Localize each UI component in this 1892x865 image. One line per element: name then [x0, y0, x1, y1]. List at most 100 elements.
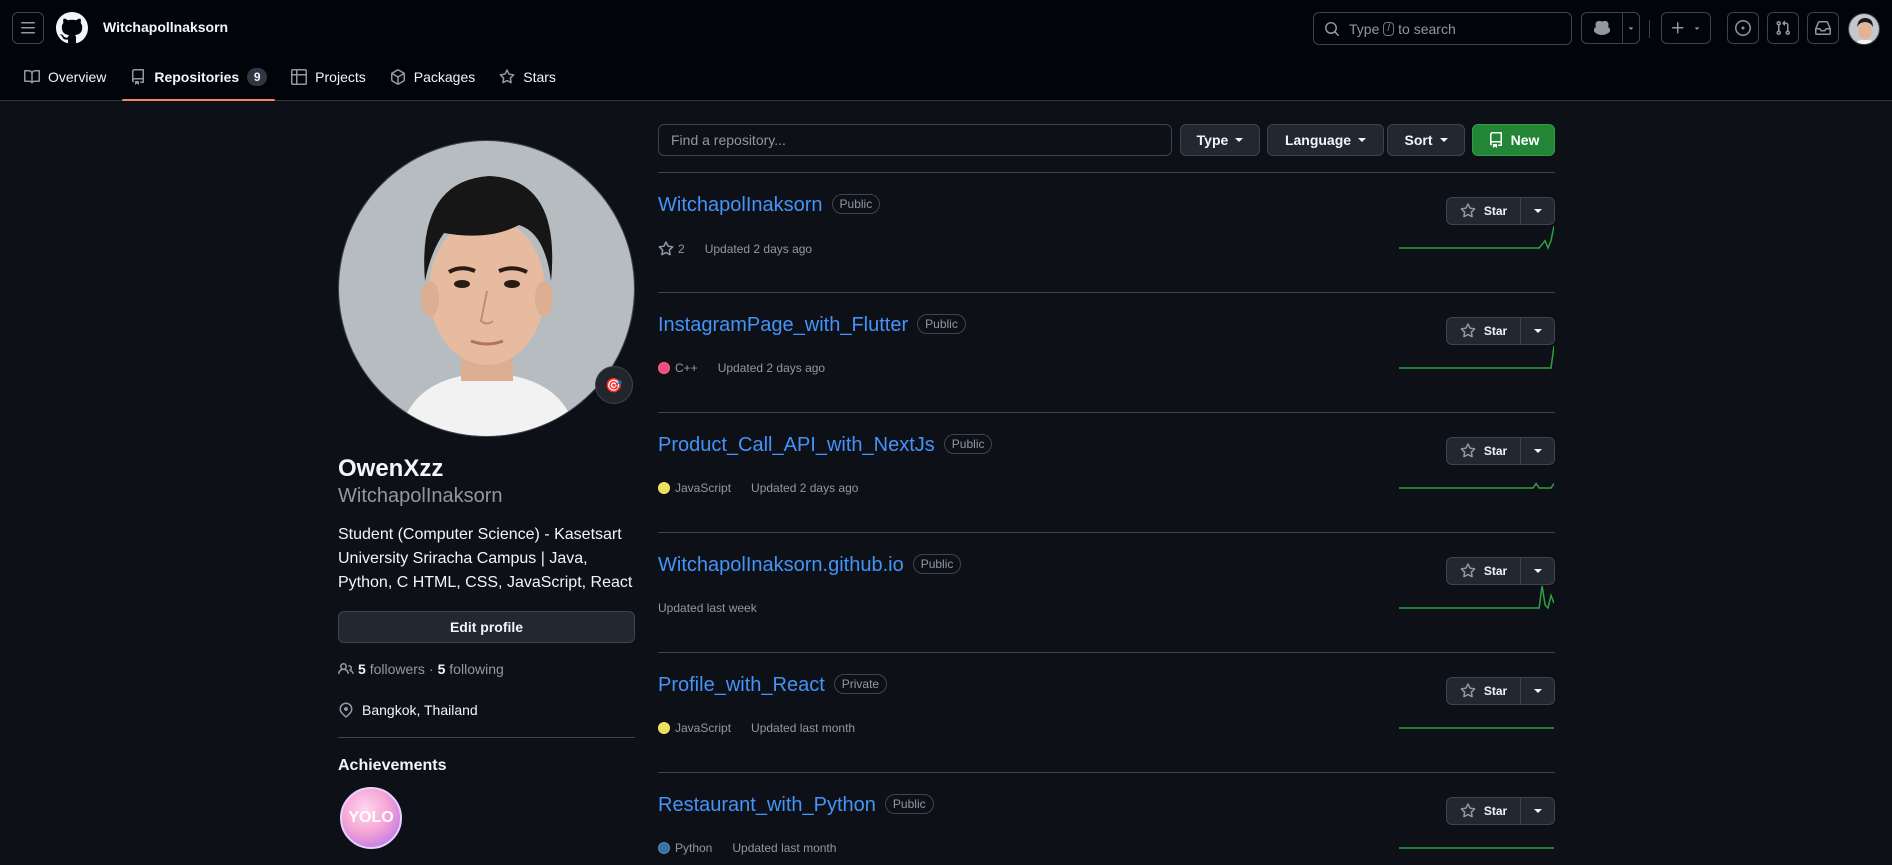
- copilot-dropdown-button[interactable]: [1622, 12, 1640, 44]
- language-color-dot: [658, 842, 670, 854]
- repo-name-link[interactable]: InstagramPage_with_Flutter: [658, 314, 908, 336]
- repo-name-link[interactable]: Restaurant_with_Python: [658, 794, 876, 816]
- avatar-icon: [1849, 14, 1879, 44]
- create-new-button[interactable]: [1661, 12, 1711, 44]
- header-username[interactable]: Witchapollnaksorn: [103, 19, 228, 35]
- repo-language: Python: [675, 841, 713, 855]
- star-label: Star: [1483, 444, 1508, 458]
- caret-down-icon: [1358, 138, 1367, 142]
- location-text: Bangkok, Thailand: [362, 702, 478, 718]
- tab-packages[interactable]: Packages: [382, 60, 483, 94]
- repo-language: JavaScript: [675, 721, 732, 735]
- repo-meta: JavaScript Updated 2 days ago: [658, 481, 858, 495]
- achievements-heading[interactable]: Achievements: [338, 757, 447, 775]
- type-filter-label: Type: [1196, 132, 1229, 148]
- repo-name-link[interactable]: Profile_with_React: [658, 674, 825, 696]
- plus-icon: [1672, 22, 1684, 34]
- user-avatar-button[interactable]: [1848, 13, 1880, 45]
- star-label: Star: [1483, 204, 1508, 218]
- caret-down-icon: [1533, 689, 1542, 693]
- language-filter-button[interactable]: Language: [1267, 124, 1384, 156]
- inbox-button[interactable]: [1807, 12, 1839, 44]
- global-header: Witchapollnaksorn Type / to search Overv…: [0, 0, 1892, 101]
- caret-down-icon: [1235, 138, 1244, 142]
- repo-list-item: WitchapolInaksorn.github.io Public Update…: [658, 533, 1555, 653]
- search-icon: [1325, 21, 1340, 36]
- profile-display-name: OwenXzz: [338, 455, 444, 482]
- repo-visibility-label: Public: [917, 314, 966, 334]
- repo-name-link[interactable]: Product_Call_API_with_NextJs: [658, 434, 935, 456]
- repo-icon: [132, 69, 145, 85]
- repo-activity-sparkline: [1399, 727, 1554, 729]
- pull-requests-button[interactable]: [1767, 12, 1799, 44]
- star-label: Star: [1483, 804, 1508, 818]
- sort-button[interactable]: Sort: [1387, 124, 1465, 156]
- repo-name-link[interactable]: WitchapolInaksorn: [658, 194, 823, 216]
- repo-name-link[interactable]: WitchapolInaksorn.github.io: [658, 554, 904, 576]
- sidebar-divider: [338, 737, 635, 738]
- followers-label: followers: [369, 661, 425, 677]
- inbox-icon: [1815, 21, 1831, 35]
- search-placeholder-pre: Type: [1349, 20, 1380, 37]
- repo-visibility-label: Public: [884, 794, 934, 814]
- repo-updated-time: Updated last week: [658, 601, 757, 615]
- star-icon: [1460, 443, 1476, 458]
- repo-stargazers-link[interactable]: 2: [658, 241, 685, 257]
- github-logo-icon[interactable]: [56, 12, 88, 44]
- status-emoji-button[interactable]: 🎯: [595, 366, 633, 404]
- status-icon: 🎯: [605, 376, 623, 393]
- repo-list-item: Product_Call_API_with_NextJs Public JavaS…: [658, 413, 1555, 533]
- repo-language: C++: [675, 361, 698, 375]
- issues-button[interactable]: [1727, 12, 1759, 44]
- search-shortcut-key: /: [1383, 21, 1395, 36]
- caret-down-icon: [1533, 809, 1542, 813]
- repo-activity-sparkline: [1399, 585, 1554, 610]
- followers-count: 5: [358, 661, 366, 677]
- achievement-yolo-badge[interactable]: YOLO: [340, 787, 402, 849]
- git-pull-request-icon: [1776, 20, 1791, 36]
- tab-overview[interactable]: Overview: [16, 60, 114, 94]
- type-filter-button[interactable]: Type: [1180, 124, 1260, 156]
- book-icon: [24, 69, 40, 84]
- repo-visibility-label: Public: [831, 194, 881, 214]
- find-repository-input[interactable]: [658, 124, 1172, 156]
- followers-link[interactable]: 5 followers: [358, 661, 425, 677]
- profile-photo-icon: [339, 141, 634, 436]
- profile-avatar[interactable]: [338, 140, 635, 437]
- issue-opened-icon: [1735, 20, 1751, 36]
- global-search-input[interactable]: Type / to search: [1313, 12, 1572, 45]
- following-link[interactable]: 5 following: [438, 661, 504, 677]
- repositories-count-badge: 9: [247, 68, 268, 86]
- location-icon: [339, 702, 353, 718]
- caret-down-icon: [1439, 138, 1448, 142]
- edit-profile-button[interactable]: Edit profile: [338, 611, 635, 643]
- star-label: Star: [1483, 324, 1508, 338]
- achievement-badge-text: YOLO: [348, 809, 394, 826]
- language-color-dot: [658, 482, 670, 494]
- copilot-button[interactable]: [1581, 12, 1623, 44]
- repo-filter-bar: Type Language Sort New: [658, 124, 1555, 156]
- caret-down-icon: [1533, 209, 1542, 213]
- sparkline-line: [1399, 482, 1554, 489]
- new-repository-button[interactable]: New: [1472, 124, 1555, 156]
- tab-stars[interactable]: Stars: [491, 60, 564, 94]
- star-icon: [1460, 803, 1476, 818]
- people-icon: [338, 662, 354, 675]
- repo-updated-time: Updated 2 days ago: [704, 242, 813, 256]
- tab-repositories[interactable]: Repositories 9: [122, 60, 275, 101]
- sparkline-line: [1399, 225, 1554, 251]
- repo-activity-sparkline: [1399, 225, 1554, 251]
- repo-meta: Python Updated last month: [658, 841, 836, 855]
- language-color-dot: [658, 722, 670, 734]
- tab-projects[interactable]: Projects: [283, 60, 374, 94]
- star-label: Star: [1483, 684, 1508, 698]
- hamburger-icon: [21, 22, 35, 34]
- repo-meta: 2 Updated 2 days ago: [658, 241, 812, 257]
- profile-sidebar: [338, 140, 635, 437]
- language-filter-label: Language: [1284, 132, 1352, 148]
- language-color-dot: [658, 362, 670, 374]
- repo-list-item: Restaurant_with_Python Public Python Updat…: [658, 773, 1555, 865]
- triangle-down-icon: [1694, 27, 1700, 30]
- hamburger-menu-button[interactable]: [12, 12, 44, 44]
- repo-language: JavaScript: [675, 481, 732, 495]
